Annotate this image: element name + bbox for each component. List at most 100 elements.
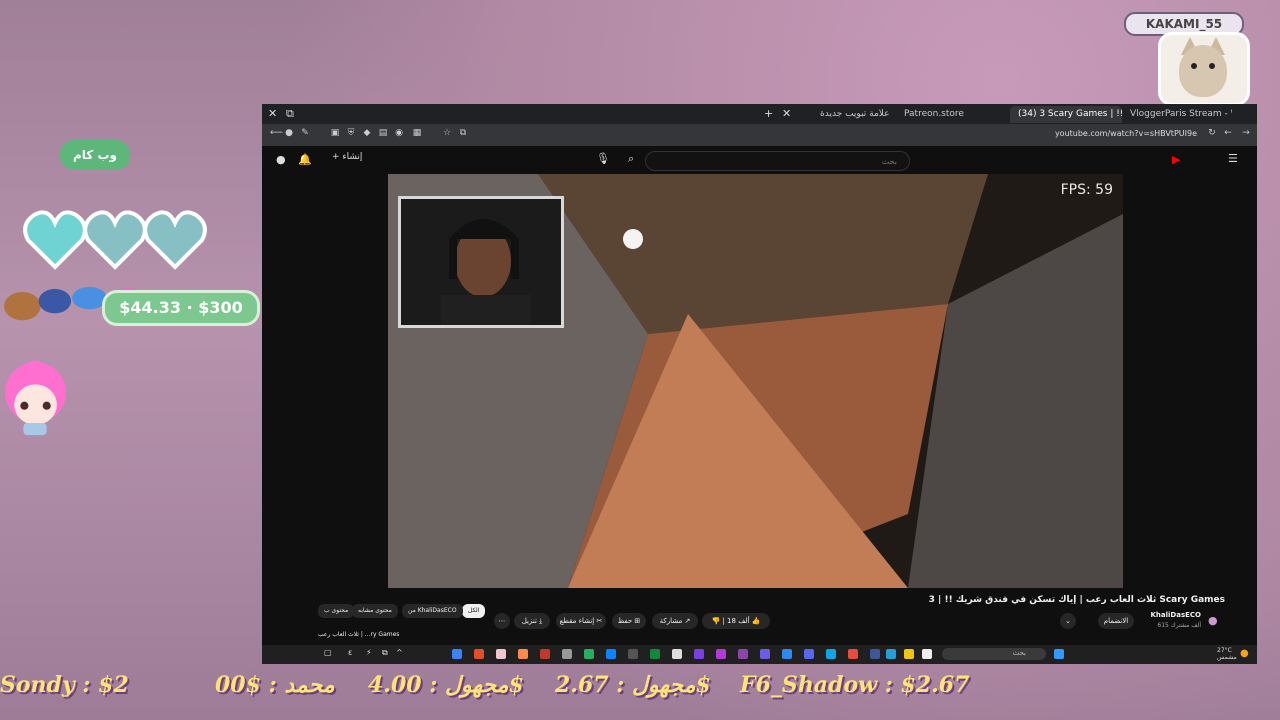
youtube-logo-icon[interactable]: ▶ [1172,153,1180,166]
heart-icon [23,210,87,270]
donor-entry: 00$ : محمد [215,672,335,698]
clip-button[interactable]: إنشاء مقطع ✂ [556,613,606,629]
tab-new[interactable]: علامة تبويب جديدة [812,106,896,123]
tab-vloggerparis[interactable]: VloggerParis Stream - Watch L [1122,106,1232,123]
channel-avatar[interactable]: ● [1208,614,1218,627]
channel-name[interactable]: KhaliDasECO [1150,611,1201,619]
webcam-label: وب كام [60,140,130,170]
search-field[interactable] [656,154,899,168]
extension-icon[interactable]: ✎ [300,128,310,138]
taskbar: ▢ ε ⚡ ⧉ ^ بحث 27°C مشمس ● [262,645,1257,664]
app-icon[interactable] [518,649,528,659]
related-video-title[interactable]: ثلاث العاب رعب | ...ry Games [312,628,405,642]
app-icon[interactable] [496,649,506,659]
weather-widget[interactable]: 27°C مشمس [1217,647,1237,661]
temperature: 27°C [1217,647,1232,654]
like-dislike-button[interactable]: 👎 | 18 ألف 👍 [702,613,770,629]
reload-icon[interactable]: ↻ [1207,128,1217,138]
app-icon[interactable] [782,649,792,659]
tab-scary-games[interactable]: (34) 3 Scary Games | !! [1010,106,1122,123]
app-icon[interactable] [562,649,572,659]
more-button[interactable]: ⋯ [494,613,510,629]
taskbar-search[interactable]: بحث [942,648,1046,660]
screenshot-icon[interactable]: ⧉ [458,128,468,138]
share-button[interactable]: مشاركة ↗ [652,613,698,629]
edge-icon[interactable] [606,649,616,659]
heart-icon [143,210,207,270]
chevron-up-icon[interactable]: ^ [396,648,403,657]
discord-icon[interactable] [804,649,814,659]
address-bar: ⟵ ● ✎ ▣ ⛨ ◆ ▤ ◉ ▦ ☆ ⧉ youtube.com/watch?… [262,124,1257,146]
donation-goal: $44.33 · $300 [102,290,260,326]
chip-more[interactable]: محتوى ب [318,604,355,618]
url-field[interactable]: youtube.com/watch?v=sHBVtPUI9e [1055,129,1197,138]
app-icon[interactable] [584,649,594,659]
tab-patreon[interactable]: Patreon.store [896,106,1010,123]
restore-icon[interactable]: ⧉ [286,107,294,121]
app-icon[interactable] [848,649,858,659]
app-icon[interactable] [694,649,704,659]
app-icon[interactable] [738,649,748,659]
back-icon[interactable]: ⟵ [270,128,283,138]
donor-entry: Sondy : $2 [0,672,129,698]
extension-icon[interactable]: ▦ [412,128,422,138]
subscriber-count: 615 ألف مشترك [1157,622,1201,629]
facecam [398,196,564,328]
forward-icon[interactable]: → [1241,128,1251,138]
app-icon[interactable] [672,649,682,659]
donor-entry: مجهول : 2.67$ [555,672,711,698]
avatar[interactable]: ● [276,153,286,166]
chip-from-channel[interactable]: من KhaliDasECO [402,604,463,618]
donor-ticker: Sondy : $2 00$ : محمد مجهول : 4.00$ مجهو… [0,672,1280,708]
extension-icon[interactable]: ▤ [378,128,388,138]
app-icon[interactable] [716,649,726,659]
close-icon[interactable]: ✕ [268,107,277,120]
notification-icon[interactable]: 🔔 [298,153,312,166]
chrome-icon[interactable] [474,649,484,659]
chip-all[interactable]: الكل [462,604,486,618]
extension-icon[interactable]: ▣ [330,128,340,138]
chevron-down-icon[interactable]: ⌄ [1060,613,1076,629]
browser-window: ✕ ⧉ + ✕ VloggerParis Stream - Watch L (3… [262,104,1257,664]
app-icon[interactable] [904,649,914,659]
video-title: ثلاث العاب رعب | إياك تسكن في فندق شريك … [928,595,1225,605]
profile-icon[interactable]: ● [284,128,294,138]
create-button[interactable]: + إنشاء [332,152,362,162]
back-icon[interactable]: ← [1223,128,1233,138]
app-icon[interactable] [870,649,880,659]
star-icon[interactable]: ☆ [442,128,452,138]
overlay-characters [4,286,224,436]
extension-icon[interactable]: ◉ [394,128,404,138]
download-button[interactable]: تنزيل ⤓ [514,613,550,629]
youtube-header: ● 🔔 + إنشاء 🎙 ⌕ ▶ ☰ [262,146,1257,174]
xbox-icon[interactable] [650,649,660,659]
tray-icon[interactable]: ▢ [324,648,332,657]
cat-avatar [1158,32,1250,106]
tray-icon[interactable]: ⧉ [382,648,388,658]
app-icon[interactable] [452,649,462,659]
tray-icon[interactable]: ε [348,648,352,657]
tray-icon[interactable]: ⚡ [366,648,372,657]
hearts-meter [23,210,207,270]
heart-icon [83,210,147,270]
windows-icon[interactable] [1054,649,1064,659]
chip-similar[interactable]: محتوى مشابه [352,604,398,618]
app-icon[interactable] [760,649,770,659]
app-icon[interactable] [628,649,638,659]
shield-icon[interactable]: ⛨ [346,128,356,138]
menu-icon[interactable]: ☰ [1228,152,1238,165]
join-button[interactable]: الانضمام [1098,613,1134,629]
app-icon[interactable] [922,649,932,659]
new-tab-icon[interactable]: + [764,107,773,120]
search-icon[interactable]: ⌕ [628,152,634,166]
telegram-icon[interactable] [886,649,896,659]
extension-icon[interactable]: ◆ [362,128,372,138]
microphone-icon[interactable]: 🎙 [596,152,610,165]
donor-entry: مجهول : 4.00$ [368,672,524,698]
save-button[interactable]: حفظ ⊞ [612,613,646,629]
close-icon[interactable]: ✕ [782,107,791,120]
search-input[interactable] [645,151,910,171]
app-icon[interactable] [540,649,550,659]
app-icon[interactable] [826,649,836,659]
video-player[interactable]: FPS: 59 [388,174,1123,588]
